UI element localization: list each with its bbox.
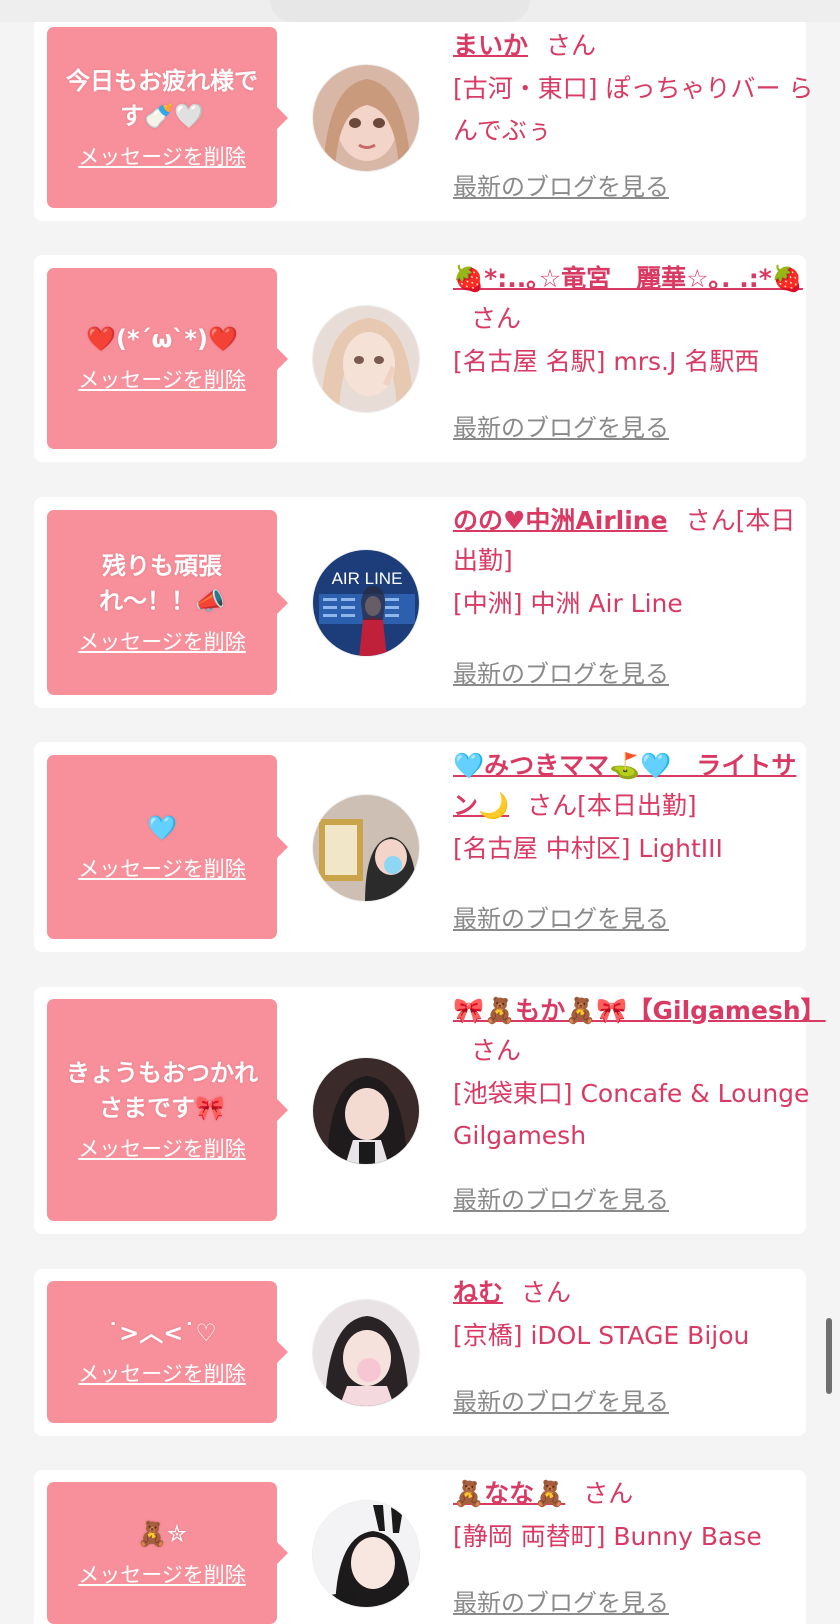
latest-blog-link[interactable]: 最新のブログを見る: [453, 172, 669, 202]
message-text: 残りも頑張れ〜！！📣: [99, 551, 225, 615]
message-text: ❤️(*´ω`*)❤️: [86, 325, 238, 353]
shop-name: [古河・東口] ぽっちゃりバー らんでぶぅ: [453, 74, 814, 145]
cast-name-link[interactable]: ねむ: [453, 1278, 503, 1307]
message-text: ˙>︿<˙♡: [107, 1318, 217, 1347]
avatar-sign-text: AIR LINE: [332, 569, 403, 588]
latest-blog-link[interactable]: 最新のブログを見る: [453, 1588, 669, 1618]
avatar[interactable]: [312, 64, 420, 172]
avatar-photo-icon: [313, 65, 419, 171]
honorific: さん: [521, 1278, 572, 1307]
delete-message-link[interactable]: メッセージを削除: [78, 1359, 246, 1389]
cast-info: 🎀🧸もか🧸🎀【Gilgamesh】さん [池袋東口] Concafe & Lou…: [453, 991, 826, 1157]
cast-name-link[interactable]: まいか: [453, 31, 528, 60]
avatar[interactable]: [312, 1299, 420, 1407]
cast-info: 🍓*:..｡☆竜宮 麗華☆｡. .:*🍓 さん [名古屋 名駅] mrs.J 名駅…: [453, 259, 819, 383]
shop-name: [中洲] 中洲 Air Line: [453, 589, 683, 618]
avatar-photo-icon: [313, 306, 419, 412]
cast-info: まいか さん [古河・東口] ぽっちゃりバー らんでぶぅ: [453, 26, 819, 152]
delete-message-link[interactable]: メッセージを削除: [78, 365, 246, 395]
message-card: きょうもおつかれさまです🎀 メッセージを削除 🎀🧸もか🧸🎀【Gilgamesh】…: [34, 987, 826, 1234]
message-text: 🧸✮: [137, 1519, 187, 1548]
message-bubble: ❤️(*´ω`*)❤️ メッセージを削除: [47, 268, 288, 449]
avatar-photo-icon: [313, 795, 419, 901]
honorific: さん: [471, 304, 522, 333]
avatar[interactable]: [312, 1500, 420, 1608]
delete-message-link[interactable]: メッセージを削除: [78, 1134, 246, 1164]
shop-name: [名古屋 名駅] mrs.J 名駅西: [453, 347, 760, 376]
top-bar: [0, 0, 840, 22]
latest-blog-link[interactable]: 最新のブログを見る: [453, 904, 669, 934]
delete-message-link[interactable]: メッセージを削除: [78, 1560, 246, 1590]
honorific: さん: [685, 506, 736, 535]
honorific: さん: [527, 791, 578, 820]
shop-name: [池袋東口] Concafe & Lounge Gilgamesh: [453, 1079, 810, 1150]
message-list-page: 今日もお疲れ様です🍼🤍 メッセージを削除 まいか さん [古河・東口] ぽっちゃり…: [0, 0, 840, 1624]
message-bubble: ˙>︿<˙♡ メッセージを削除: [47, 1281, 288, 1423]
message-text: 🩵: [147, 813, 177, 842]
cast-name-link[interactable]: のの♥中洲Airline: [453, 506, 668, 535]
cast-info: ねむ さん [京橋] iDOL STAGE Bijou: [453, 1273, 819, 1357]
message-card: 🧸✮ メッセージを削除 🧸なな🧸 さん [静岡 両替町] Bunny Base 最…: [34, 1470, 806, 1624]
message-card: 残りも頑張れ〜！！📣 メッセージを削除 AIR LINE のの♥中洲Airlin…: [34, 497, 806, 708]
message-bubble: 今日もお疲れ様です🍼🤍 メッセージを削除: [47, 27, 288, 208]
honorific: さん: [583, 1479, 634, 1508]
delete-message-link[interactable]: メッセージを削除: [78, 854, 246, 884]
message-text: きょうもおつかれさまです🎀: [66, 1059, 258, 1122]
avatar-photo-icon: [313, 1058, 419, 1164]
avatar[interactable]: [312, 1057, 420, 1165]
honorific: さん: [546, 31, 597, 60]
shop-name: [名古屋 中村区] LightIII: [453, 834, 723, 863]
cast-info: 🧸なな🧸 さん [静岡 両替町] Bunny Base: [453, 1474, 819, 1558]
message-bubble: 🩵 メッセージを削除: [47, 755, 288, 939]
avatar[interactable]: AIR LINE: [312, 549, 420, 657]
avatar[interactable]: [312, 794, 420, 902]
message-card: 今日もお疲れ様です🍼🤍 メッセージを削除 まいか さん [古河・東口] ぽっちゃり…: [34, 22, 813, 221]
avatar-photo-icon: [313, 1501, 419, 1607]
latest-blog-link[interactable]: 最新のブログを見る: [453, 659, 669, 689]
avatar[interactable]: [312, 305, 420, 413]
cast-name-link[interactable]: 🍓*:..｡☆竜宮 麗華☆｡. .:*🍓: [453, 264, 803, 293]
message-card: ❤️(*´ω`*)❤️ メッセージを削除 🍓*:..｡☆竜宮 麗華☆｡. .:*…: [34, 255, 806, 462]
status-label: [本日出勤]: [577, 791, 697, 820]
scrollbar[interactable]: [826, 1318, 832, 1394]
cast-name-link[interactable]: 🧸なな🧸: [453, 1479, 565, 1508]
honorific: さん: [471, 1036, 522, 1065]
delete-message-link[interactable]: メッセージを削除: [78, 142, 246, 172]
delete-message-link[interactable]: メッセージを削除: [78, 627, 246, 657]
avatar-photo-icon: AIR LINE: [313, 550, 419, 656]
message-text: 今日もお疲れ様です🍼🤍: [66, 66, 258, 130]
message-card: 🩵 メッセージを削除 🩵みつきママ⛳️🩵 ライトサン🌙 さん[本日出勤] [名古屋…: [34, 742, 806, 952]
message-bubble: 🧸✮ メッセージを削除: [47, 1482, 288, 1624]
cast-name-link[interactable]: 🎀🧸もか🧸🎀【Gilgamesh】: [453, 996, 826, 1025]
avatar-photo-icon: [313, 1300, 419, 1406]
shop-name: [静岡 両替町] Bunny Base: [453, 1522, 762, 1551]
message-bubble: 残りも頑張れ〜！！📣 メッセージを削除: [47, 510, 288, 695]
shop-name: [京橋] iDOL STAGE Bijou: [453, 1321, 750, 1350]
message-bubble: きょうもおつかれさまです🎀 メッセージを削除: [47, 999, 288, 1221]
cast-info: 🩵みつきママ⛳️🩵 ライトサン🌙 さん[本日出勤] [名古屋 中村区] Light…: [453, 746, 819, 870]
latest-blog-link[interactable]: 最新のブログを見る: [453, 413, 669, 443]
latest-blog-link[interactable]: 最新のブログを見る: [453, 1185, 669, 1215]
cast-info: のの♥中洲Airline さん[本日出勤] [中洲] 中洲 Air Line: [453, 501, 819, 625]
message-card: ˙>︿<˙♡ メッセージを削除 ねむ さん [京橋] iDOL STAGE Bij…: [34, 1269, 806, 1436]
latest-blog-link[interactable]: 最新のブログを見る: [453, 1387, 669, 1417]
